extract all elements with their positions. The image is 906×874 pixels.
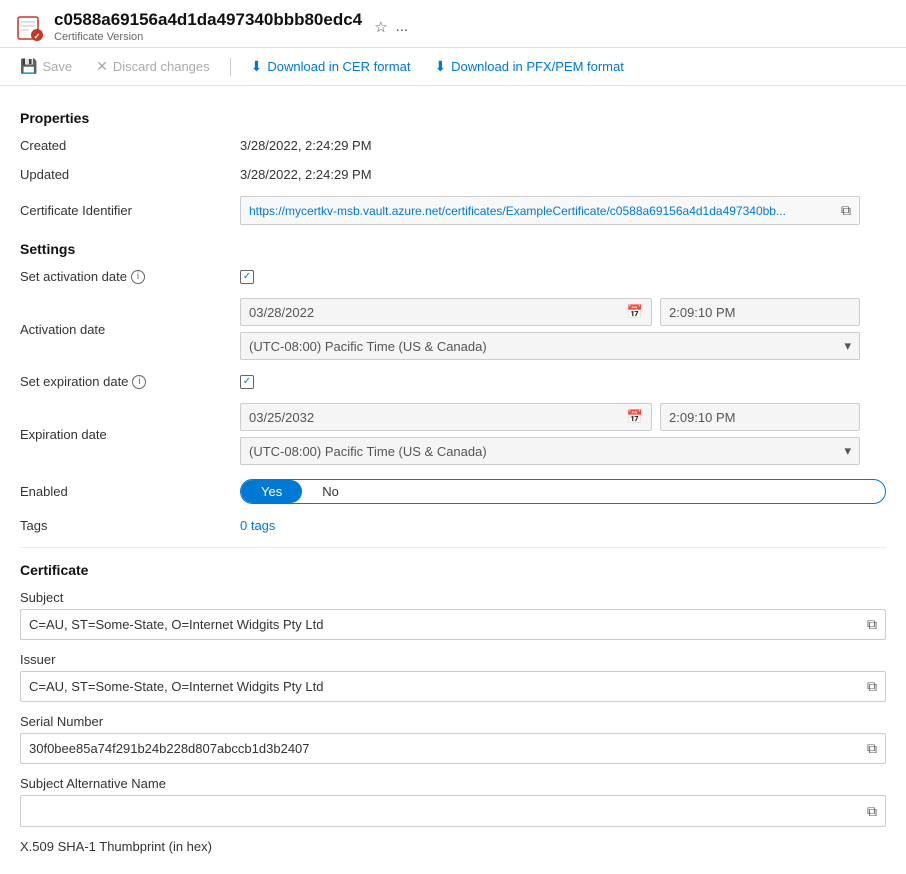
activation-timezone-select[interactable]: (UTC-08:00) Pacific Time (US & Canada) ▾ [240, 332, 860, 360]
san-box: ⧉ [20, 795, 886, 827]
tags-row: Tags 0 tags [20, 518, 886, 533]
set-activation-date-label: Set activation date i [20, 269, 240, 284]
updated-row: Updated 3/28/2022, 2:24:29 PM [20, 167, 886, 182]
thumbprint-field-group: X.509 SHA-1 Thumbprint (in hex) [20, 839, 886, 854]
enabled-no-option[interactable]: No [302, 480, 359, 503]
created-label: Created [20, 138, 240, 153]
expiration-date-row: Expiration date 03/25/2032 📅 2:09:10 PM … [20, 403, 886, 465]
set-expiration-date-row: Set expiration date i [20, 374, 886, 389]
created-value: 3/28/2022, 2:24:29 PM [240, 138, 886, 153]
set-expiration-date-label: Set expiration date i [20, 374, 240, 389]
cert-icon: ✓ [16, 13, 44, 41]
created-row: Created 3/28/2022, 2:24:29 PM [20, 138, 886, 153]
subject-field-group: Subject C=AU, ST=Some-State, O=Internet … [20, 590, 886, 640]
issuer-field-group: Issuer C=AU, ST=Some-State, O=Internet W… [20, 652, 886, 702]
activation-time-input[interactable]: 2:09:10 PM [660, 298, 860, 326]
subject-value: C=AU, ST=Some-State, O=Internet Widgits … [29, 617, 323, 632]
pin-icon[interactable]: ☆ [374, 18, 387, 36]
activation-info-icon[interactable]: i [131, 270, 145, 284]
expiration-info-icon[interactable]: i [132, 375, 146, 389]
save-button[interactable]: 💾 Save [16, 56, 76, 77]
cert-id-row: Certificate Identifier https://mycertkv-… [20, 196, 886, 225]
close-icon: ✕ [96, 58, 108, 75]
page-subtitle: Certificate Version [54, 31, 362, 43]
activation-timezone-chevron: ▾ [844, 338, 851, 354]
updated-label: Updated [20, 167, 240, 182]
activation-date-checkbox[interactable] [240, 270, 886, 284]
expiration-calendar-icon: 📅 [627, 409, 643, 425]
download-pfx-icon: ⬇ [434, 58, 446, 75]
subject-copy-button[interactable]: ⧉ [867, 616, 877, 633]
page-title: c0588a69156a4d1da497340bbb80edc4 [54, 10, 362, 30]
enabled-toggle[interactable]: Yes No [240, 479, 886, 504]
more-icon[interactable]: ... [396, 18, 409, 35]
thumbprint-label: X.509 SHA-1 Thumbprint (in hex) [20, 839, 886, 854]
download-pfx-button[interactable]: ⬇ Download in PFX/PEM format [430, 56, 627, 77]
save-icon: 💾 [20, 58, 37, 75]
subject-label: Subject [20, 590, 886, 605]
cert-id-box: https://mycertkv-msb.vault.azure.net/cer… [240, 196, 860, 225]
enabled-label: Enabled [20, 484, 240, 499]
serial-copy-button[interactable]: ⧉ [867, 740, 877, 757]
expiration-date-field-label: Expiration date [20, 403, 240, 465]
serial-box: 30f0bee85a74f291b24b228d807abccb1d3b2407… [20, 733, 886, 764]
discard-button[interactable]: ✕ Discard changes [92, 56, 214, 77]
serial-label: Serial Number [20, 714, 886, 729]
expiration-time-input[interactable]: 2:09:10 PM [660, 403, 860, 431]
expiration-timezone-select[interactable]: (UTC-08:00) Pacific Time (US & Canada) ▾ [240, 437, 860, 465]
tags-link[interactable]: 0 tags [240, 518, 275, 533]
properties-section-title: Properties [20, 110, 886, 126]
download-cer-button[interactable]: ⬇ Download in CER format [247, 56, 415, 77]
issuer-value: C=AU, ST=Some-State, O=Internet Widgits … [29, 679, 323, 694]
san-field-group: Subject Alternative Name ⧉ [20, 776, 886, 827]
cert-id-text: https://mycertkv-msb.vault.azure.net/cer… [249, 204, 833, 218]
issuer-copy-button[interactable]: ⧉ [867, 678, 877, 695]
certificate-section-title: Certificate [20, 562, 886, 578]
expiration-date-input[interactable]: 03/25/2032 📅 [240, 403, 652, 431]
enabled-yes-option[interactable]: Yes [241, 480, 302, 503]
enabled-row: Enabled Yes No [20, 479, 886, 504]
expiration-timezone-chevron: ▾ [844, 443, 851, 459]
cert-id-copy-button[interactable]: ⧉ [841, 202, 851, 219]
cert-id-label: Certificate Identifier [20, 203, 240, 218]
issuer-label: Issuer [20, 652, 886, 667]
set-activation-date-row: Set activation date i [20, 269, 886, 284]
san-label: Subject Alternative Name [20, 776, 886, 791]
updated-value: 3/28/2022, 2:24:29 PM [240, 167, 886, 182]
svg-text:✓: ✓ [34, 32, 41, 41]
expiration-checkbox-mark [240, 375, 254, 389]
expiration-date-checkbox[interactable] [240, 375, 886, 389]
serial-field-group: Serial Number 30f0bee85a74f291b24b228d80… [20, 714, 886, 764]
activation-date-row: Activation date 03/28/2022 📅 2:09:10 PM … [20, 298, 886, 360]
issuer-box: C=AU, ST=Some-State, O=Internet Widgits … [20, 671, 886, 702]
download-cer-icon: ⬇ [251, 58, 263, 75]
san-copy-button[interactable]: ⧉ [867, 803, 877, 820]
activation-date-field-label: Activation date [20, 298, 240, 360]
serial-value: 30f0bee85a74f291b24b228d807abccb1d3b2407 [29, 741, 310, 756]
tags-label: Tags [20, 518, 240, 533]
settings-section-title: Settings [20, 241, 886, 257]
activation-calendar-icon: 📅 [627, 304, 643, 320]
toolbar-separator [230, 58, 231, 76]
subject-box: C=AU, ST=Some-State, O=Internet Widgits … [20, 609, 886, 640]
activation-checkbox-mark [240, 270, 254, 284]
section-divider [20, 547, 886, 548]
activation-date-input[interactable]: 03/28/2022 📅 [240, 298, 652, 326]
